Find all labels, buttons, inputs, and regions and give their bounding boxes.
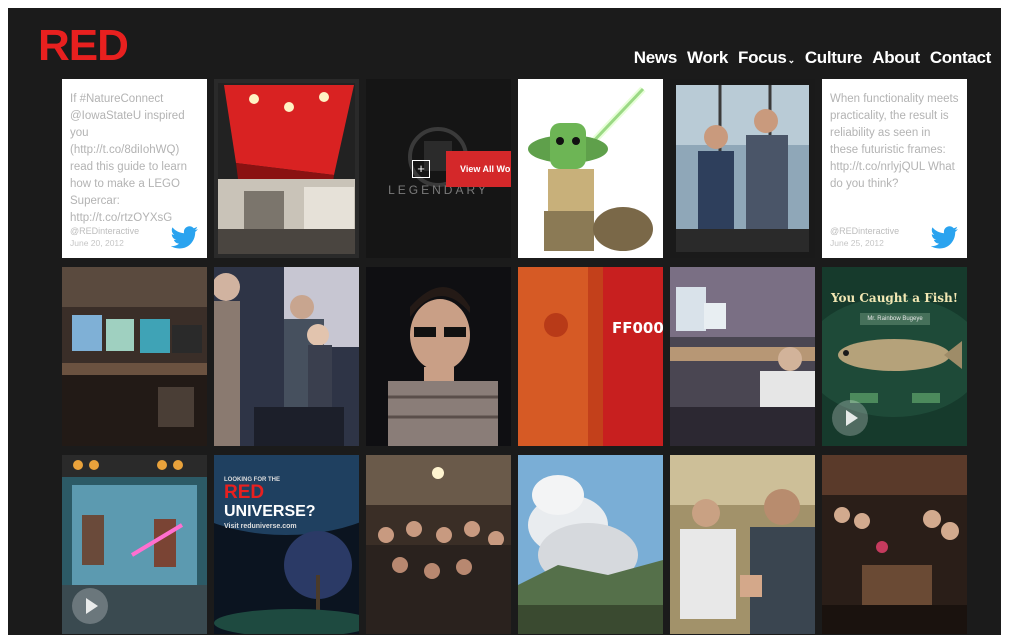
photo-lego-game-video[interactable]: [62, 455, 207, 634]
photo-red-ceiling-room[interactable]: [214, 79, 359, 258]
view-all-work-button[interactable]: View All Work: [446, 151, 511, 187]
visit-link[interactable]: Visit reduniverse.com: [224, 523, 316, 530]
nav-about[interactable]: About: [872, 48, 920, 68]
tweet-text: If #NatureConnect @IowaStateU inspired y…: [70, 93, 187, 224]
photo-red-universe-ad[interactable]: LOOKING FOR THE RED UNIVERSE? Visit redu…: [214, 455, 359, 634]
main-nav: News Work Focus⌄ Culture About Contact: [634, 48, 992, 68]
red-universe-text: LOOKING FOR THE RED UNIVERSE? Visit redu…: [224, 477, 316, 530]
photo-smoke-plume[interactable]: [518, 455, 663, 634]
tweet-card[interactable]: When functionality meets practicality, t…: [822, 79, 967, 258]
photo-red-wall[interactable]: FF0000: [518, 267, 663, 446]
nav-focus-label: Focus: [738, 48, 787, 67]
photo-men-eating[interactable]: [670, 455, 815, 634]
page-frame: RED News Work Focus⌄ Culture About Conta…: [8, 8, 1001, 635]
nav-culture[interactable]: Culture: [805, 48, 863, 68]
tweet-card[interactable]: If #NatureConnect @IowaStateU inspired y…: [62, 79, 207, 258]
nav-news[interactable]: News: [634, 48, 678, 68]
photo-legendary[interactable]: LEGENDARY + View All Work: [366, 79, 511, 258]
ff0000-wall-text: FF0000: [612, 319, 663, 337]
tweet-handle: @REDinteractive: [70, 226, 140, 236]
play-icon[interactable]: [832, 400, 868, 436]
twitter-bird-icon: [171, 226, 198, 249]
nav-contact[interactable]: Contact: [930, 48, 991, 68]
work-grid: If #NatureConnect @IowaStateU inspired y…: [62, 79, 967, 634]
photo-office-desk[interactable]: [670, 267, 815, 446]
plus-icon: +: [412, 160, 430, 178]
photo-restaurant-group[interactable]: [822, 455, 967, 634]
nav-work[interactable]: Work: [687, 48, 728, 68]
tweet-handle: @REDinteractive: [830, 226, 900, 236]
universe-text: UNIVERSE?: [224, 503, 316, 520]
play-icon[interactable]: [72, 588, 108, 624]
tweet-text: When functionality meets practicality, t…: [830, 93, 959, 190]
photo-man-glasses[interactable]: [366, 267, 511, 446]
view-all-work-overlay[interactable]: + View All Work: [412, 151, 511, 187]
red-text: RED: [224, 482, 265, 503]
red-logo[interactable]: RED: [38, 24, 129, 68]
nav-focus[interactable]: Focus⌄: [738, 48, 795, 68]
photo-caught-fish-game[interactable]: You Caught a Fish! Mr. Rainbow Bugeye: [822, 267, 967, 446]
tweet-date: June 20, 2012: [70, 238, 124, 248]
tweet-date: June 25, 2012: [830, 238, 884, 248]
photo-crowd-office[interactable]: [366, 455, 511, 634]
photo-lego-yoda[interactable]: [518, 79, 663, 258]
photo-two-men[interactable]: [670, 79, 815, 258]
fish-subtitle: Mr. Rainbow Bugeye: [860, 313, 930, 325]
photo-studio-people[interactable]: [214, 267, 359, 446]
fish-title: You Caught a Fish!: [830, 291, 959, 305]
photo-workstation[interactable]: [62, 267, 207, 446]
twitter-bird-icon: [931, 226, 958, 249]
chevron-down-icon: ⌄: [787, 55, 796, 65]
view-all-work-label: View All Work: [460, 164, 511, 174]
